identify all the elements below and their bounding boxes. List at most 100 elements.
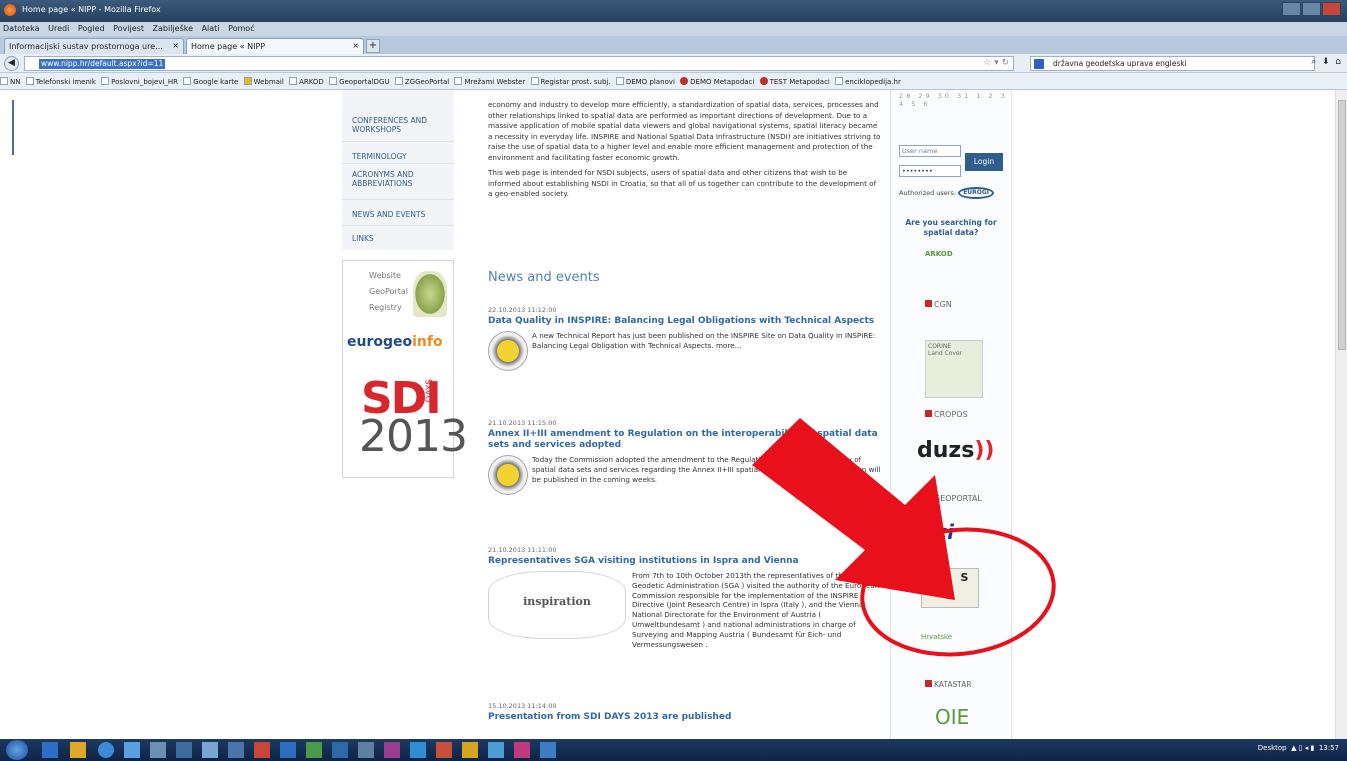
maximize-button[interactable] [1302,2,1321,16]
start-button[interactable] [6,740,28,760]
arkod-logo[interactable]: ARKOD [925,250,953,258]
bookmark-item[interactable]: Telefonski imenik [25,73,99,86]
scrollbar-thumb[interactable] [1338,100,1346,350]
bookmark-item[interactable]: DEMO planovi [615,73,678,86]
windmill-logo[interactable]: OIE [935,705,969,729]
green-logo[interactable]: Hrvatske [921,633,952,641]
search-icon[interactable]: ⌕ [1311,57,1316,67]
taskbar-app-icon[interactable] [98,742,114,758]
nav-conferences[interactable]: CONFERENCES AND WORKSHOPS [342,90,454,142]
eurogi-logo[interactable]: EUROGI [958,187,995,199]
taskbar-app-icon[interactable] [124,742,140,758]
nav-links[interactable]: LINKS [342,226,454,250]
news-title[interactable]: Presentation from SDI DAYS 2013 are publ… [488,712,881,723]
days-label: DAYS [425,379,435,403]
bookmark-item[interactable]: TEST Metapodaci [759,73,833,86]
tab-home-page[interactable]: Home page « NIPP × [186,38,364,54]
hci-logo[interactable]: hci [921,520,954,544]
news-body: From 7th to 10th October 2013th the repr… [632,571,880,649]
news-title[interactable]: Data Quality in INSPIRE: Balancing Legal… [488,316,881,327]
back-button[interactable]: ◀ [4,56,19,71]
username-field[interactable]: User name [899,145,961,157]
news-date: 21.10.2013 11:11:00 [488,546,557,554]
eurogeoinfo-banner[interactable]: Website GeoPortal Registry eurogeoinfo S… [342,260,468,478]
taskbar-app-icon[interactable] [514,742,530,758]
menu-edit[interactable]: Uredi [45,22,72,35]
taskbar-app-icon[interactable] [202,742,218,758]
close-tab-icon[interactable]: × [352,41,359,50]
taskbar-app-icon[interactable] [254,742,270,758]
taskbar-app-icon[interactable] [280,742,296,758]
nav-terminology[interactable]: TERMINOLOGY [342,142,454,164]
taskbar-app-icon[interactable] [384,742,400,758]
promo-geoportal: GeoPortal [369,287,408,296]
bookmark-item[interactable]: ARKOD [289,73,327,86]
cgn-logo[interactable]: CGN [925,300,952,309]
vertical-scrollbar[interactable] [1335,90,1347,739]
close-window-button[interactable] [1322,2,1341,16]
news-body: Today the Commission adopted the amendme… [532,455,881,484]
menu-history[interactable]: Povijest [110,22,147,35]
taskbar-app-icon[interactable] [150,742,166,758]
nav-acronyms[interactable]: ACRONYMS AND ABBREVIATIONS [342,164,454,200]
bookmark-item[interactable]: DEMO Metapodaci [680,73,757,86]
taskbar-app-icon[interactable] [358,742,374,758]
menu-file[interactable]: Datoteka [0,22,43,35]
taskbar-app-icon[interactable] [70,742,86,758]
page-content: CONFERENCES AND WORKSHOPS TERMINOLOGY AC… [0,90,1347,739]
search-engine-icon[interactable] [1034,59,1044,69]
eurogeoinfo-logo: eurogeoinfo [347,334,443,350]
cropos-logo[interactable]: CROPOS [925,410,968,419]
news-item: 15.10.2013 11:14:00 Presentation from SD… [488,702,881,723]
taskbar-app-icon[interactable] [176,742,192,758]
news-body: A new Technical Report has just been pub… [532,331,876,350]
password-field[interactable]: •••••••• [899,165,961,177]
taskbar-app-icon[interactable] [462,742,478,758]
intro-paragraph: economy and industry to develop more eff… [488,100,881,162]
taskbar-app-icon[interactable] [306,742,322,758]
close-tab-icon[interactable]: × [172,41,179,50]
news-title[interactable]: Representatives SGA visiting institution… [488,556,881,567]
menu-tools[interactable]: Alati [199,22,223,35]
katastar-logo[interactable]: KATASTAR [925,680,972,689]
bookmark-item[interactable]: GeoportalDGU [329,73,393,86]
home-icon[interactable]: ⌂ [1335,57,1341,67]
taskbar-app-icon[interactable] [228,742,244,758]
url-bar[interactable]: www.nipp.hr/default.aspx?id=11 ☆ ▾ ↻ [24,56,1014,71]
taskbar-app-icon[interactable] [436,742,452,758]
new-tab-button[interactable]: + [366,39,380,53]
calendar-days[interactable]: 28 29 30 31 1 2 3 4 5 6 [899,92,1011,108]
corine-logo[interactable]: CORINE Land Cover [925,340,983,398]
bookmark-item[interactable]: Poslovni_bojevi_HR [101,73,181,86]
ipsu-logo[interactable]: I P S U [921,568,979,608]
search-input[interactable]: državna geodetska uprava engleski [1030,56,1315,71]
bookmark-item[interactable]: Mrežami Webster [454,73,528,86]
bookmark-item[interactable]: NN [0,73,23,86]
bookmark-item[interactable]: Registar prost. subj. [530,73,614,86]
minimize-button[interactable] [1282,2,1301,16]
geoportal-logo[interactable]: GEOPORTAL [925,494,982,503]
left-navigation: CONFERENCES AND WORKSHOPS TERMINOLOGY AC… [342,90,454,250]
news-title[interactable]: Annex II+III amendment to Regulation on … [488,429,881,451]
taskbar-app-icon[interactable] [410,742,426,758]
taskbar-app-icon[interactable] [488,742,504,758]
login-button[interactable]: Login [965,153,1003,171]
menu-help[interactable]: Pomoć [225,22,258,35]
bookmark-item[interactable]: ZGGeoPortal [394,73,452,86]
taskbar-app-icon[interactable] [42,742,58,758]
taskbar-app-icon[interactable] [332,742,348,758]
tab-informacijski[interactable]: Informacijski sustav prostornoga ure... × [4,38,184,54]
bookmark-item[interactable]: Webmail [243,73,287,86]
nav-news-events[interactable]: NEWS AND EVENTS [342,200,454,226]
duzs-logo[interactable]: duzs)) [917,438,994,463]
menu-bookmarks[interactable]: Zabilješke [150,22,197,35]
taskbar-app-icon[interactable] [540,742,556,758]
download-icon[interactable]: ⬇ [1322,57,1330,67]
year-label: 2013 [359,411,468,462]
bookmark-item[interactable]: enciklopedija.hr [835,73,904,86]
system-tray[interactable]: Desktop ▲ ▯ ◂ ▮ 13:57 [1258,744,1339,752]
tab-label: Home page « NIPP [191,42,266,51]
bookmark-star-icon[interactable]: ☆ ▾ ↻ [983,58,1009,68]
bookmark-item[interactable]: Google karte [183,73,241,86]
menu-view[interactable]: Pogled [75,22,108,35]
